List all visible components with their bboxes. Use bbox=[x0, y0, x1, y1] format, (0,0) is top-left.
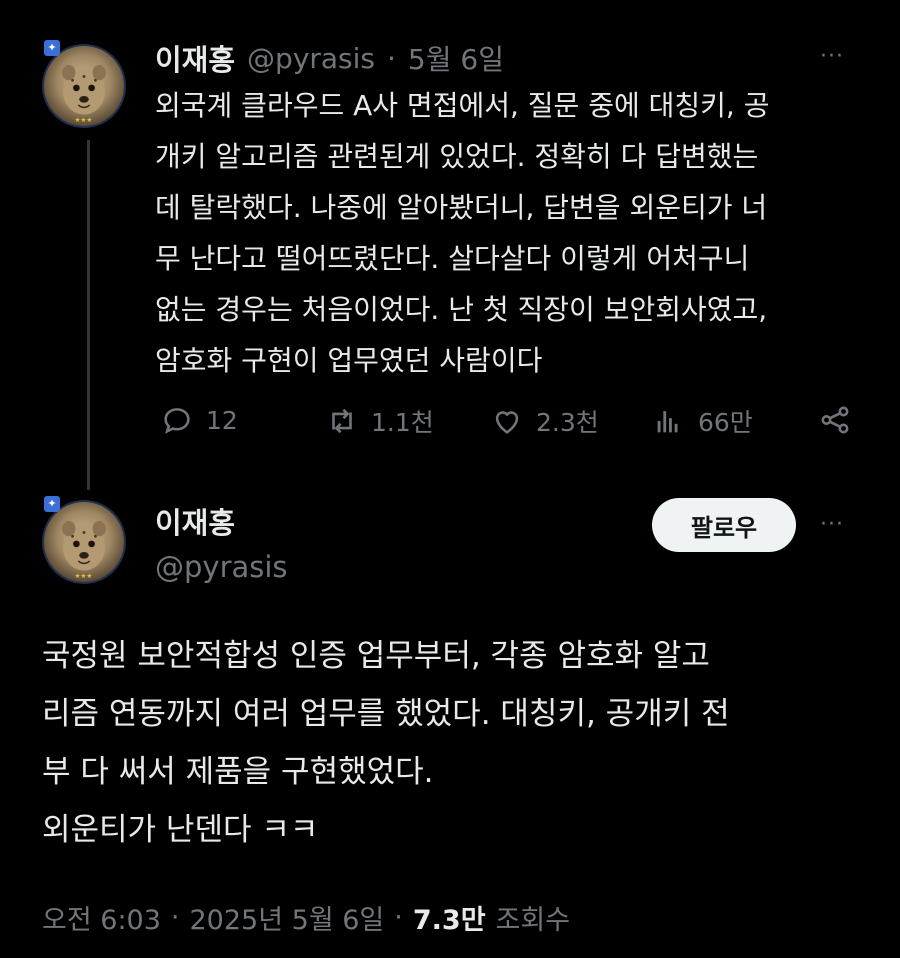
avatar-cheetah-image: ★★★ bbox=[62, 65, 106, 124]
author-name[interactable]: 이재홍 bbox=[155, 500, 235, 542]
avatar-badge-icon: ✦ bbox=[44, 40, 60, 56]
views-label: 조회수 bbox=[495, 905, 571, 936]
like-button[interactable]: 2.3천 bbox=[490, 403, 599, 439]
retweet-button[interactable]: 1.1천 bbox=[325, 403, 434, 439]
main-tweet-text: 국정원 보안적합성 인증 업무부터, 각종 암호화 알고 리즘 연동까지 여러 … bbox=[42, 638, 730, 848]
views-count: 66만 bbox=[698, 408, 753, 437]
reply-count: 12 bbox=[206, 405, 238, 435]
avatar[interactable]: ★★★ bbox=[42, 44, 126, 128]
tweet-date[interactable]: 2025년 5월 6일 bbox=[190, 898, 385, 937]
separator: · bbox=[387, 41, 396, 75]
more-icon[interactable]: ··· bbox=[820, 44, 844, 69]
avatar-cheetah-image: ★★★ bbox=[62, 521, 106, 580]
avatar-badge-icon: ✦ bbox=[44, 496, 60, 512]
author-handle[interactable]: @pyrasis bbox=[155, 550, 288, 584]
more-icon[interactable]: ··· bbox=[820, 512, 844, 537]
views-count: 7.3만 bbox=[412, 905, 486, 936]
separator: · bbox=[394, 902, 403, 933]
author-handle[interactable]: @pyrasis bbox=[247, 42, 375, 75]
tweet-time[interactable]: 오전 6:03 bbox=[42, 898, 161, 937]
retweet-icon bbox=[332, 408, 352, 434]
reply-icon bbox=[164, 408, 190, 434]
tweet-date[interactable]: 5월 6일 bbox=[408, 38, 504, 78]
author-name[interactable]: 이재홍 bbox=[155, 37, 235, 79]
share-icon bbox=[821, 406, 849, 434]
svg-text:★★★: ★★★ bbox=[74, 572, 92, 580]
views-icon bbox=[657, 411, 678, 433]
like-count: 2.3천 bbox=[536, 408, 599, 437]
views-button[interactable]: 66만 bbox=[652, 403, 753, 439]
follow-button[interactable]: 팔로우 bbox=[652, 498, 796, 552]
retweet-count: 1.1천 bbox=[371, 408, 434, 437]
reply-header: 이재홍 @pyrasis · 5월 6일 bbox=[155, 38, 504, 78]
avatar[interactable]: ★★★ bbox=[42, 500, 126, 584]
reply-button[interactable]: 12 bbox=[160, 403, 238, 437]
svg-text:★★★: ★★★ bbox=[74, 116, 92, 124]
thread-line bbox=[87, 140, 90, 490]
like-icon bbox=[495, 411, 519, 434]
reply-text: 외국계 클라우드 A사 면접에서, 질문 중에 대칭키, 공 개키 알고리즘 관… bbox=[155, 89, 770, 377]
tweet-meta: 오전 6:03 · 2025년 5월 6일 · 7.3만 조회수 bbox=[42, 898, 570, 937]
share-button[interactable] bbox=[818, 403, 852, 437]
separator: · bbox=[170, 902, 180, 933]
